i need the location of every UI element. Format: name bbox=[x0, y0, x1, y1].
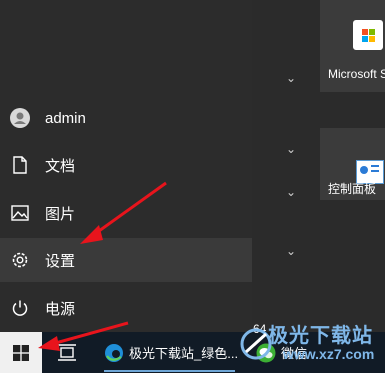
taskbar-app-label: 极光下载站_绿色... bbox=[129, 346, 239, 361]
user-icon bbox=[10, 108, 30, 128]
documents-button[interactable]: 文档 bbox=[0, 143, 252, 187]
windows-logo-icon bbox=[13, 344, 29, 361]
gear-icon bbox=[10, 250, 30, 270]
menu-item-label: 图片 bbox=[45, 205, 76, 223]
menu-item-label: 设置 bbox=[45, 252, 76, 270]
picture-icon bbox=[10, 203, 30, 223]
power-icon bbox=[10, 298, 30, 318]
document-icon bbox=[10, 155, 30, 175]
taskbar-app-browser[interactable]: 极光下载站_绿色... bbox=[104, 333, 238, 372]
start-menu: ⌄ ⌄ ⌄ ⌄ Microsoft S 控制面板 admin 文档 图片 设置 … bbox=[0, 0, 385, 332]
watermark-url: www.xz7.com bbox=[283, 346, 375, 362]
menu-item-label: 文档 bbox=[45, 157, 76, 175]
chevron-down-icon[interactable]: ⌄ bbox=[285, 143, 297, 155]
pictures-button[interactable]: 图片 bbox=[0, 191, 252, 235]
chevron-down-icon[interactable]: ⌄ bbox=[285, 245, 297, 257]
edge-browser-icon bbox=[104, 343, 124, 363]
power-button[interactable]: 电源 bbox=[0, 286, 252, 330]
settings-button[interactable]: 设置 bbox=[0, 238, 252, 282]
start-button[interactable] bbox=[0, 332, 42, 373]
menu-item-label: 电源 bbox=[45, 300, 76, 318]
app-list-column bbox=[252, 0, 320, 332]
chevron-down-icon[interactable]: ⌄ bbox=[285, 186, 297, 198]
store-icon bbox=[353, 20, 383, 50]
tile-control-panel[interactable]: 控制面板 bbox=[320, 128, 385, 200]
tile-label: Microsoft S bbox=[328, 67, 385, 81]
task-view-button[interactable] bbox=[55, 340, 79, 364]
tile-label: 控制面板 bbox=[328, 182, 377, 196]
user-name: admin bbox=[45, 109, 86, 127]
chevron-down-icon[interactable]: ⌄ bbox=[285, 72, 297, 84]
task-view-icon bbox=[58, 344, 76, 361]
user-account-button[interactable]: admin bbox=[0, 96, 252, 140]
active-app-indicator bbox=[104, 370, 235, 372]
watermark-title: 极光下载站 bbox=[268, 325, 373, 347]
tile-microsoft-store[interactable]: Microsoft S bbox=[320, 0, 385, 92]
